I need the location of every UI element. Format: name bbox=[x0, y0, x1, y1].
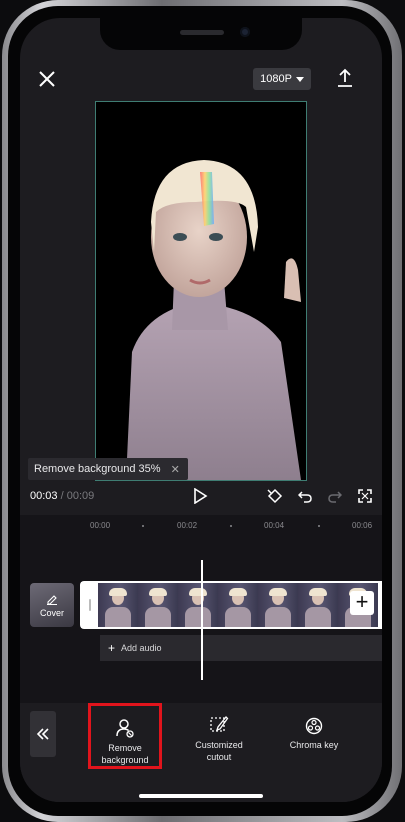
keyframe-button[interactable] bbox=[266, 488, 284, 504]
cover-button[interactable]: Cover bbox=[30, 583, 74, 627]
clip-thumbnail bbox=[298, 583, 338, 627]
front-camera bbox=[240, 27, 250, 37]
undo-button[interactable] bbox=[297, 489, 312, 503]
add-audio-button[interactable]: + Add audio bbox=[100, 635, 382, 661]
chroma-key-label: Chroma key bbox=[289, 740, 339, 750]
ruler-tick: 00:06 bbox=[352, 521, 373, 530]
clip-thumbnail bbox=[98, 583, 138, 627]
person-remove-icon bbox=[116, 719, 134, 738]
processing-label: Remove background 35% bbox=[34, 463, 161, 475]
fullscreen-icon bbox=[358, 489, 372, 503]
time-separator: / bbox=[60, 490, 64, 502]
clip-thumbnail bbox=[138, 583, 178, 627]
undo-icon bbox=[297, 491, 312, 503]
brush-select-icon bbox=[210, 716, 229, 732]
play-icon bbox=[194, 487, 208, 505]
caret-down-icon bbox=[295, 76, 304, 82]
chroma-key-icon bbox=[305, 717, 323, 735]
remove-background-tool[interactable]: Remove background bbox=[88, 703, 162, 769]
timeline-panel[interactable]: 00:00 00:02 00:04 00:06 Cover + + Add au… bbox=[20, 515, 382, 703]
total-time: 00:09 bbox=[66, 490, 95, 502]
bottom-toolbar: Remove background Customized cutout Chro… bbox=[20, 703, 382, 802]
remove-background-label: Remove background bbox=[101, 743, 149, 765]
add-audio-label: Add audio bbox=[121, 643, 162, 653]
export-button[interactable] bbox=[336, 67, 354, 89]
clip-trim-handle[interactable] bbox=[82, 583, 98, 627]
timecode: 00:03 / 00:09 bbox=[30, 490, 94, 502]
video-preview[interactable] bbox=[95, 101, 307, 481]
playhead[interactable] bbox=[201, 560, 203, 680]
chroma-key-tool[interactable]: Chroma key bbox=[279, 703, 349, 751]
current-time: 00:03 bbox=[30, 490, 58, 502]
home-indicator[interactable] bbox=[139, 794, 263, 798]
add-clip-button[interactable]: + bbox=[350, 591, 374, 615]
ruler-dot bbox=[142, 525, 144, 527]
redo-button[interactable] bbox=[328, 489, 343, 503]
customized-cutout-tool[interactable]: Customized cutout bbox=[184, 703, 254, 763]
close-icon bbox=[39, 71, 55, 87]
app-screen: 1080P Remove background 35% ✕ 00:03 / 00… bbox=[20, 18, 382, 802]
upload-icon bbox=[338, 68, 352, 87]
speaker-grille bbox=[180, 30, 224, 35]
video-clip-track[interactable] bbox=[80, 581, 382, 629]
double-chevron-left-icon bbox=[36, 728, 49, 740]
processing-toast: Remove background 35% ✕ bbox=[28, 458, 188, 480]
clip-thumbnail bbox=[178, 583, 218, 627]
ruler-dot bbox=[318, 525, 320, 527]
clip-thumbnail bbox=[258, 583, 298, 627]
back-button[interactable] bbox=[30, 711, 56, 757]
fullscreen-button[interactable] bbox=[358, 489, 372, 503]
keyframe-icon bbox=[267, 488, 283, 504]
ruler-tick: 00:04 bbox=[264, 521, 285, 530]
ruler-tick: 00:00 bbox=[90, 521, 111, 530]
preview-frame-image bbox=[96, 102, 306, 480]
ruler-tick: 00:02 bbox=[177, 521, 198, 530]
edit-pencil-icon bbox=[47, 594, 57, 605]
close-button[interactable] bbox=[36, 68, 58, 90]
customized-cutout-label: Customized cutout bbox=[195, 740, 243, 762]
resolution-label: 1080P bbox=[260, 73, 292, 85]
clip-thumbnails bbox=[98, 583, 378, 627]
redo-icon bbox=[328, 491, 343, 503]
resolution-dropdown[interactable]: 1080P bbox=[253, 68, 311, 90]
phone-notch bbox=[100, 18, 302, 50]
clip-thumbnail bbox=[218, 583, 258, 627]
dismiss-toast-button[interactable]: ✕ bbox=[171, 463, 180, 476]
ruler-dot bbox=[230, 525, 232, 527]
cover-label: Cover bbox=[39, 607, 64, 618]
plus-icon: + bbox=[108, 641, 116, 655]
play-button[interactable] bbox=[192, 487, 208, 505]
